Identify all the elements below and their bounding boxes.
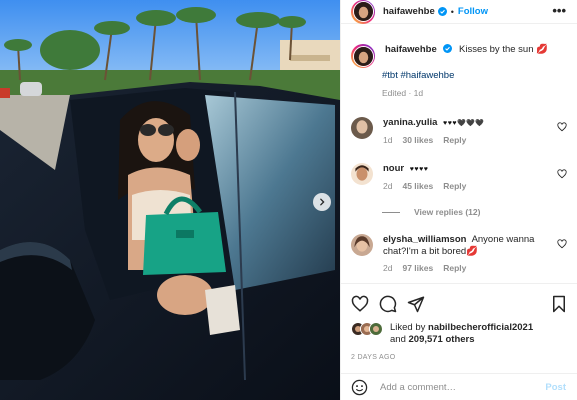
edited-timestamp: Edited · 1d [382, 88, 424, 98]
bookmark-icon[interactable] [550, 295, 568, 313]
avatar-image [353, 2, 373, 21]
separator-dot: • [450, 6, 454, 17]
comment-text: ♥♥♥🖤🖤🖤 [443, 120, 485, 127]
post-photo[interactable] [0, 0, 340, 400]
comment-item: yanina.yulia ♥♥♥🖤🖤🖤 1d 30 likes Reply [351, 117, 568, 145]
comment-item: nour ♥♥♥♥ 2d 45 likes Reply [351, 163, 568, 191]
comment-text: ♥♥♥♥ [409, 166, 429, 173]
comment-like-heart-icon[interactable] [557, 122, 567, 132]
avatar-image [351, 234, 373, 256]
verified-badge-icon [443, 44, 453, 53]
post-date[interactable]: 2 DAYS AGO [351, 354, 396, 361]
likes-text: Liked by nabilbecherofficial2021 and 209… [390, 322, 533, 346]
comment-avatar[interactable] [351, 117, 373, 139]
post-comment-button[interactable]: Post [545, 382, 566, 393]
comment-likes[interactable]: 97 likes [402, 263, 433, 273]
comment-composer: Post [341, 373, 577, 400]
share-icon[interactable] [407, 295, 425, 313]
reply-button[interactable]: Reply [443, 263, 466, 273]
comment-age: 2d [383, 181, 393, 191]
comment-like-heart-icon[interactable] [557, 239, 567, 249]
comment-username[interactable]: yanina.yulia [383, 117, 437, 128]
likes-summary: Liked by nabilbecherofficial2021 and 209… [351, 322, 533, 346]
author-username[interactable]: haifawehbe [383, 6, 435, 17]
chevron-right-icon [320, 198, 325, 206]
avatar-image [351, 117, 373, 139]
liker-avatar [369, 322, 383, 336]
reply-button[interactable]: Reply [443, 181, 466, 191]
liked-by-and: and [390, 334, 406, 345]
comment-username[interactable]: elysha_williamson [383, 234, 466, 245]
avatar-image [370, 323, 382, 335]
next-photo-button[interactable] [313, 193, 331, 211]
replies-divider [382, 211, 400, 213]
comment-age: 2d [383, 263, 393, 273]
liked-by-user[interactable]: nabilbecherofficial2021 [428, 322, 533, 333]
comment-likes[interactable]: 30 likes [402, 135, 433, 145]
emoji-icon[interactable] [351, 379, 368, 396]
caption-text: Kisses by the sun 💋 [459, 44, 548, 55]
avatar-image [353, 46, 373, 66]
comment-like-heart-icon[interactable] [557, 169, 567, 179]
view-replies-label: View replies (12) [414, 207, 481, 217]
author-avatar[interactable] [351, 0, 375, 24]
comment-item: elysha_williamson Anyone wanna chat?I'm … [351, 234, 551, 273]
caption-avatar[interactable] [351, 44, 375, 68]
more-options-icon[interactable]: ••• [552, 4, 566, 17]
post-details-panel: haifawehbe • Follow ••• haifawehbe Kisse… [340, 0, 577, 400]
verified-badge-icon [437, 7, 447, 16]
photo-woman-in-car [0, 0, 340, 400]
comment-likes[interactable]: 45 likes [402, 181, 433, 191]
likes-count[interactable]: 209,571 others [409, 334, 475, 345]
reply-button[interactable]: Reply [443, 135, 466, 145]
liked-by-prefix: Liked by [390, 322, 426, 333]
avatar-image [351, 163, 373, 185]
heart-icon[interactable] [351, 295, 369, 313]
comment-icon[interactable] [379, 295, 397, 313]
comment-age: 1d [383, 135, 393, 145]
post-action-bar [341, 283, 577, 323]
caption-row: haifawehbe Kisses by the sun 💋 [351, 44, 548, 68]
post-header: haifawehbe • Follow ••• [341, 0, 577, 24]
instagram-post-dialog: haifawehbe • Follow ••• haifawehbe Kisse… [0, 0, 577, 400]
comment-avatar[interactable] [351, 163, 373, 185]
view-replies-button[interactable]: View replies (12) [382, 207, 480, 217]
comment-username[interactable]: nour [383, 163, 404, 174]
comment-avatar[interactable] [351, 234, 373, 256]
caption-hashtags[interactable]: #tbt #haifawehbe [382, 70, 454, 81]
caption-username[interactable]: haifawehbe [385, 44, 437, 55]
comment-input[interactable] [380, 381, 540, 393]
follow-button[interactable]: Follow [458, 6, 488, 17]
